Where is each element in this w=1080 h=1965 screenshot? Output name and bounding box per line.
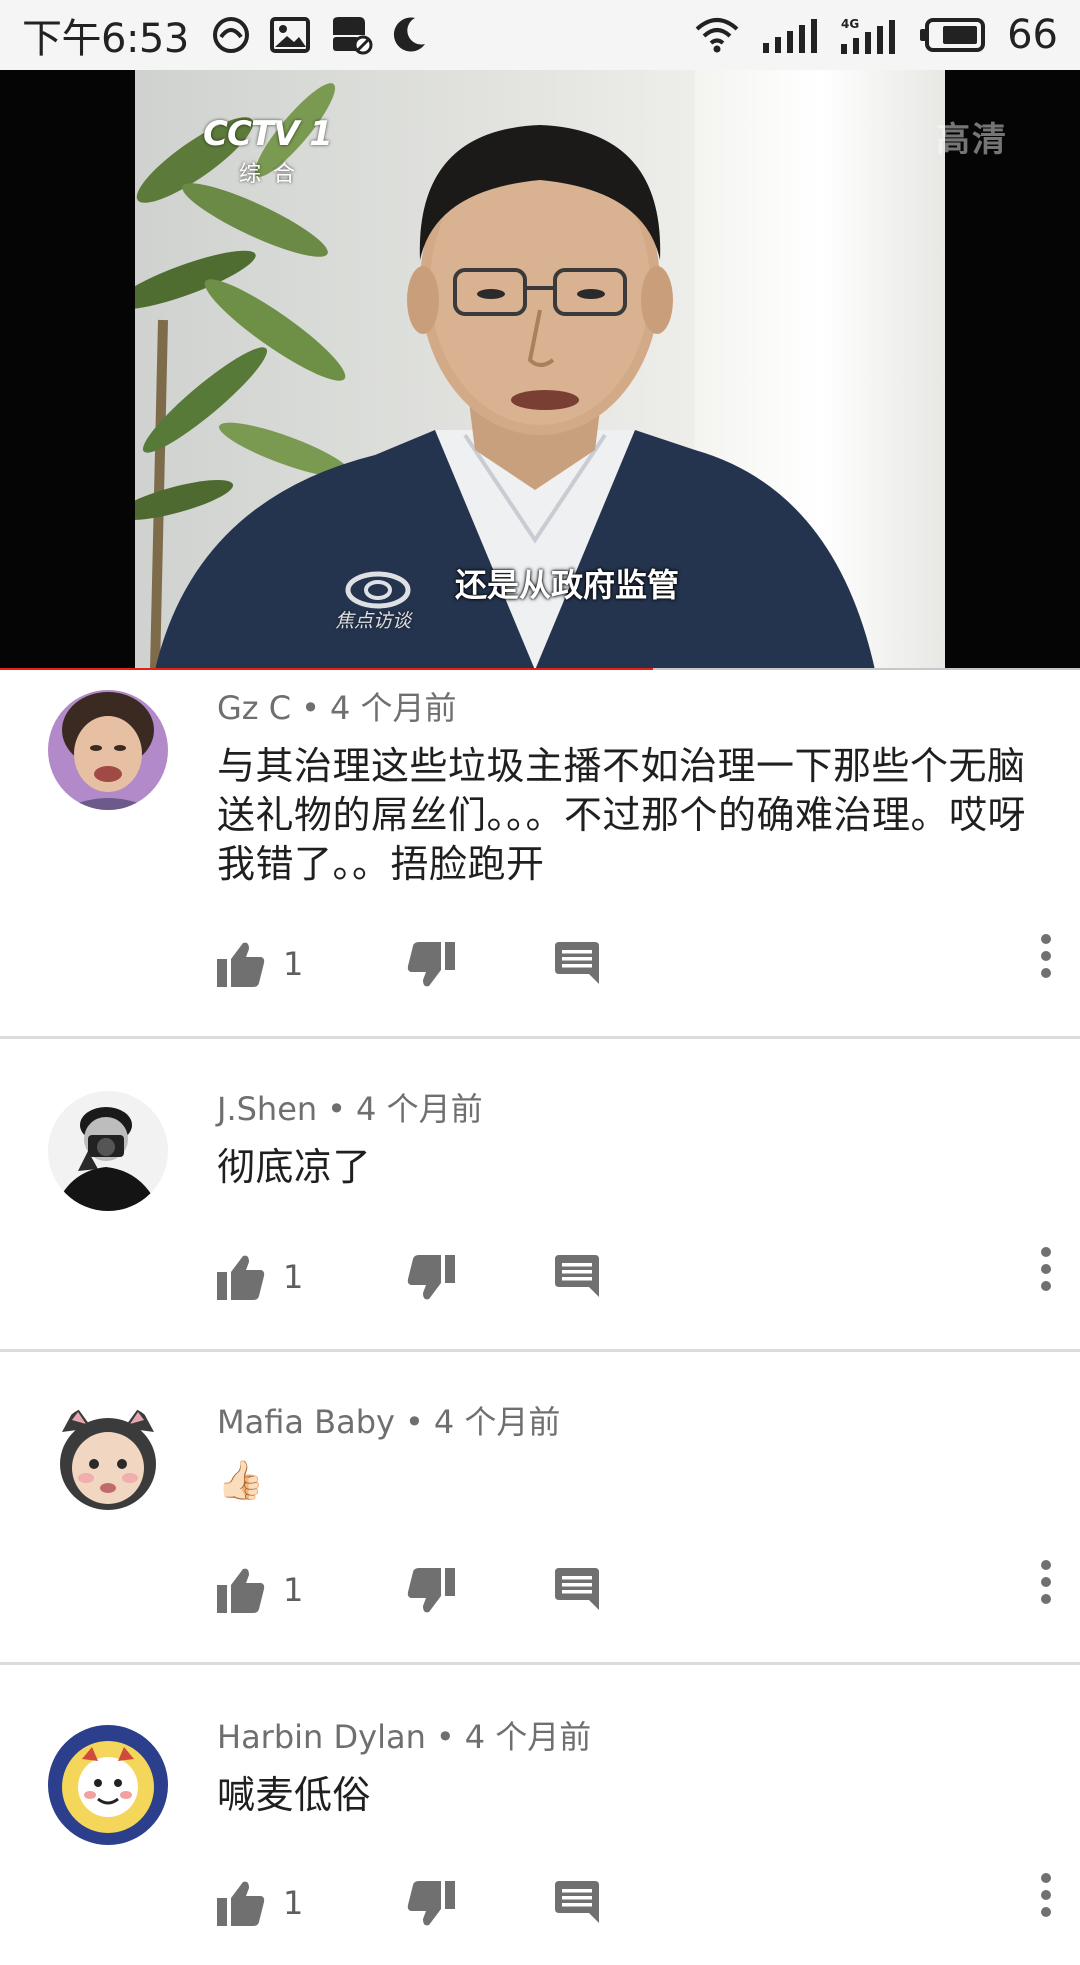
- channel-logo-sub: 综合: [239, 162, 308, 187]
- dislike-icon[interactable]: [407, 1255, 455, 1301]
- more-options-icon[interactable]: [1040, 1873, 1052, 1917]
- comment-body: J.Shen • 4 个月前 彻底凉了: [217, 1089, 1040, 1192]
- comment-meta: Mafia Baby • 4 个月前: [217, 1403, 561, 1441]
- like-icon[interactable]: [217, 1567, 265, 1613]
- comment-text: 彻底凉了: [217, 1145, 372, 1189]
- comments-list: Gz C • 4 个月前 与其治理这些垃圾主播不如治理一下那些个无脑送礼物的屌丝们。…: [0, 674, 1080, 1965]
- comment-actions: 1: [217, 934, 1080, 994]
- reply-icon[interactable]: [555, 1568, 599, 1610]
- comment-meta: Gz C • 4 个月前: [217, 689, 457, 727]
- comment-item: Harbin Dylan • 4 个月前 喊麦低俗 1: [0, 1665, 1080, 1965]
- reply-icon[interactable]: [555, 1255, 599, 1297]
- dislike-icon[interactable]: [407, 1881, 455, 1927]
- battery-icon: [920, 18, 986, 52]
- status-bar: 下午6:53 4G 66: [0, 0, 1080, 70]
- comment-text: 👍🏻: [217, 1458, 265, 1502]
- video-subtitle: 还是从政府监管: [455, 566, 680, 604]
- notification-icon: [332, 17, 373, 55]
- dislike-icon[interactable]: [407, 1568, 455, 1614]
- more-options-icon[interactable]: [1040, 934, 1052, 978]
- status-time: 下午6:53: [22, 16, 189, 62]
- avatar-photographer-icon[interactable]: [48, 1091, 168, 1211]
- signal-4g-icon: 4G: [841, 17, 896, 54]
- avatar-baby-cat-icon[interactable]: [48, 1402, 168, 1522]
- like-count: 1: [283, 1571, 304, 1609]
- comment-item: Gz C • 4 个月前 与其治理这些垃圾主播不如治理一下那些个无脑送礼物的屌丝们。…: [0, 674, 1080, 1039]
- comment-item: Mafia Baby • 4 个月前 👍🏻 1: [0, 1352, 1080, 1665]
- comment-item: J.Shen • 4 个月前 彻底凉了 1: [0, 1039, 1080, 1352]
- comment-time: 4 个月前: [464, 1718, 592, 1756]
- network-label: 4G: [841, 17, 859, 31]
- battery-level: 66: [1007, 12, 1058, 58]
- comment-body: Harbin Dylan • 4 个月前 喊麦低俗: [217, 1717, 1040, 1820]
- signal-icon: [763, 19, 818, 53]
- video-frame: CCTV 1 综合 焦点访谈 还是从政府监管: [135, 70, 945, 670]
- like-group: 1: [217, 1567, 303, 1613]
- video-progress-bar[interactable]: [0, 668, 1080, 670]
- comment-actions: 1: [217, 1873, 1080, 1933]
- gallery-icon: [269, 17, 310, 53]
- comment-body: Gz C • 4 个月前 与其治理这些垃圾主播不如治理一下那些个无脑送礼物的屌丝们。…: [217, 688, 1040, 889]
- sync-icon: [212, 17, 249, 53]
- comment-body: Mafia Baby • 4 个月前 👍🏻: [217, 1402, 1040, 1505]
- moon-icon: [393, 17, 425, 52]
- like-group: 1: [217, 1254, 303, 1300]
- comment-time: 4 个月前: [329, 689, 457, 727]
- comment-text: 喊麦低俗: [217, 1773, 372, 1817]
- program-logo: 焦点访谈: [335, 570, 413, 633]
- comment-actions: 1: [217, 1247, 1080, 1307]
- comment-actions: 1: [217, 1560, 1080, 1620]
- comment-author[interactable]: J.Shen: [217, 1090, 317, 1128]
- like-count: 1: [283, 1884, 304, 1922]
- reply-icon[interactable]: [555, 1881, 599, 1923]
- like-icon[interactable]: [217, 1254, 265, 1300]
- comment-author[interactable]: Mafia Baby: [217, 1403, 395, 1441]
- program-logo-text: 焦点访谈: [335, 610, 412, 632]
- video-progress-fill: [0, 668, 654, 670]
- comment-time: 4 个月前: [433, 1403, 561, 1441]
- like-count: 1: [283, 1258, 304, 1296]
- comment-meta: J.Shen • 4 个月前: [217, 1090, 483, 1128]
- channel-logo-main: CCTV 1: [203, 114, 333, 154]
- comment-time: 4 个月前: [356, 1090, 483, 1128]
- reply-icon[interactable]: [555, 942, 599, 984]
- status-icons-right: 4G 66: [695, 12, 1058, 58]
- comment-text: 与其治理这些垃圾主播不如治理一下那些个无脑送礼物的屌丝们。。。不过那个的确难治理…: [217, 744, 1027, 886]
- channel-logo: CCTV 1 综合: [203, 114, 333, 188]
- more-options-icon[interactable]: [1040, 1247, 1052, 1291]
- avatar-cartoon-icon[interactable]: [48, 1725, 168, 1845]
- video-player[interactable]: CCTV 1 综合 焦点访谈 还是从政府监管 高清: [0, 70, 1080, 670]
- hd-mark: 高清: [936, 120, 1008, 160]
- avatar-woman-icon[interactable]: [48, 690, 168, 810]
- dislike-icon[interactable]: [407, 942, 455, 988]
- like-icon[interactable]: [217, 941, 265, 987]
- comment-author[interactable]: Gz C: [217, 689, 291, 727]
- like-group: 1: [217, 1880, 303, 1926]
- like-group: 1: [217, 941, 303, 987]
- wifi-icon: [695, 18, 739, 53]
- comment-author[interactable]: Harbin Dylan: [217, 1718, 426, 1756]
- like-count: 1: [283, 945, 304, 983]
- comment-meta: Harbin Dylan • 4 个月前: [217, 1718, 592, 1756]
- like-icon[interactable]: [217, 1880, 265, 1926]
- status-icons-left: [211, 15, 427, 55]
- program-logo-icon: [345, 571, 411, 609]
- more-options-icon[interactable]: [1040, 1560, 1052, 1604]
